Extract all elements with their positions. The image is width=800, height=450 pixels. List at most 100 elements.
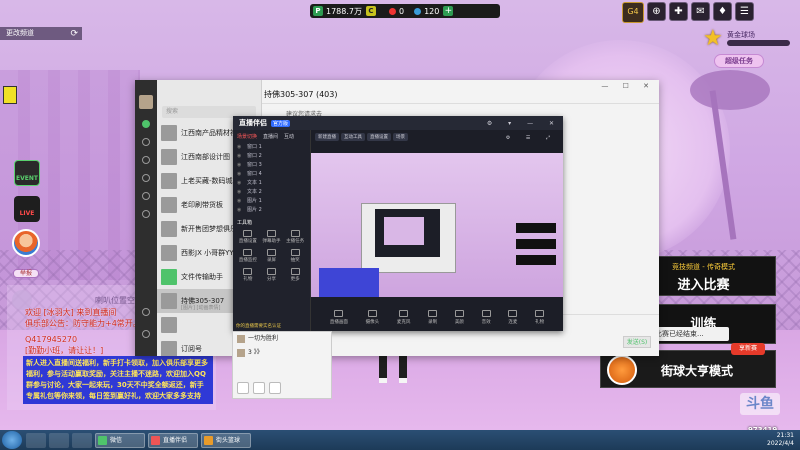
preview-topbar-button[interactable]: 新建直播 — [315, 133, 339, 141]
bottom-tool-button[interactable]: 音效 — [481, 309, 491, 325]
moments-icon[interactable] — [142, 192, 150, 200]
super-mission-button[interactable]: 超级任务 — [714, 54, 764, 68]
toolbox-button[interactable]: 直播监控 — [237, 249, 259, 265]
tool-icon — [243, 230, 253, 237]
bottom-tool-button[interactable]: 摄像头 — [366, 309, 379, 325]
phone-icon[interactable] — [142, 308, 150, 316]
taskbar-task[interactable]: 街头篮球 — [201, 432, 251, 448]
preview-topbar-button[interactable]: 互动工具 — [341, 133, 365, 141]
anchor-avatar[interactable] — [12, 229, 40, 257]
emoji-button[interactable] — [237, 382, 249, 394]
scene-tab[interactable]: 场景切换 — [237, 133, 257, 140]
tool-label: 音效 — [481, 319, 491, 325]
mini-row[interactable]: 一切为胜利 — [233, 332, 331, 346]
contact-avatar — [161, 341, 177, 356]
report-tag[interactable]: 举报 — [13, 269, 39, 278]
mail-icon[interactable]: ✉ — [691, 2, 710, 21]
bottom-tool-button[interactable]: 礼物 — [535, 309, 545, 325]
miniprogram-icon[interactable] — [142, 210, 150, 218]
p-points-icon: P — [313, 6, 323, 16]
contact-avatar — [161, 197, 177, 213]
pinned-app[interactable] — [49, 432, 69, 448]
menu-icon[interactable]: ☰ — [735, 2, 754, 21]
screenshot-button[interactable] — [269, 382, 281, 394]
send-button[interactable]: 发送(S) — [623, 336, 651, 348]
live-companion-header: 直播伴侣 官方版 ⚙ ▾ — ✕ — [233, 116, 563, 130]
wechat-sidebar — [135, 80, 157, 356]
file-button[interactable] — [253, 382, 265, 394]
toolbox-button[interactable]: 录屏 — [261, 249, 283, 265]
scene-source-item[interactable]: 文本 2 — [233, 188, 310, 197]
tool-icon — [535, 309, 545, 317]
tool-label: 更多 — [290, 277, 300, 282]
verify-status: 你的直播需要实名认证 — [236, 324, 281, 329]
preview-topbar-button[interactable]: 场景 — [393, 133, 408, 141]
chat-icon[interactable] — [142, 120, 150, 128]
tool-label: 直播画面 — [329, 319, 348, 325]
taskbar-task[interactable]: 直播伴侣 — [148, 432, 198, 448]
preview-tool-icons[interactable]: ⚙ ☰ ⤢ — [506, 135, 557, 141]
bottom-tool-button[interactable]: 录制 — [428, 309, 438, 325]
toolbox-button[interactable]: 主播任务 — [284, 230, 306, 246]
favorites-icon[interactable] — [142, 156, 150, 164]
add-friend-icon[interactable]: ⊕ — [647, 2, 666, 21]
tool-icon — [266, 268, 276, 275]
preview-topbar-button[interactable]: 直播设置 — [367, 133, 391, 141]
chat-announcement: 新人进入直播间送福利，新手打卡领取，加入俱乐部享更多福利，参与活动赢取奖励，关注… — [23, 356, 213, 404]
gift-icon[interactable]: ✚ — [669, 2, 688, 21]
scene-source-item[interactable]: 窗口 3 — [233, 161, 310, 170]
pinned-app[interactable] — [26, 432, 46, 448]
version-tag: 官方版 — [271, 119, 291, 127]
bottom-tool-button[interactable]: 麦克风 — [397, 309, 410, 325]
mini-row[interactable]: 3 》》 — [233, 346, 331, 360]
toolbox-button[interactable]: 更多 — [284, 268, 306, 284]
refresh-icon[interactable]: ⟳ — [70, 28, 78, 41]
basketball-icon — [607, 355, 637, 385]
tool-icon — [428, 309, 438, 317]
wechat-mini-popup: 一切为胜利 3 》》 — [232, 331, 332, 399]
scene-source-item[interactable]: 窗口 2 — [233, 152, 310, 161]
bottom-tool-button[interactable]: 美颜 — [454, 309, 464, 325]
douyu-logo: 斗鱼 — [740, 393, 780, 415]
toolbox-button[interactable]: 弹幕助手 — [261, 230, 283, 246]
pinned-app[interactable] — [72, 432, 92, 448]
event-button[interactable]: EVENT — [14, 160, 40, 186]
taskbar-task[interactable]: 微信 — [95, 432, 145, 448]
toolbox-button[interactable]: 礼物 — [237, 268, 259, 284]
vip-icon[interactable]: G4 — [622, 2, 644, 23]
preview-topbar: 新建直播 互动工具 直播设置 场景 ⚙ ☰ ⤢ — [311, 130, 563, 153]
tool-icon — [334, 309, 344, 317]
contacts-icon[interactable] — [142, 138, 150, 146]
toolbox-button[interactable]: 抽奖 — [284, 249, 306, 265]
change-channel-button[interactable]: 更改频道 ⟳ — [0, 27, 82, 40]
energy-value: 120 — [424, 6, 440, 16]
stream-preview[interactable] — [311, 153, 563, 303]
scene-source-item[interactable]: 图片 1 — [233, 197, 310, 206]
clock-date: 2022/4/4 — [767, 440, 794, 447]
coin-value: 0 — [399, 6, 405, 16]
scene-tab[interactable]: 直播间 — [263, 133, 278, 140]
scene-source-item[interactable]: 文本 1 — [233, 179, 310, 188]
scene-source-item[interactable]: 图片 2 — [233, 206, 310, 215]
folder-icon[interactable] — [142, 174, 150, 182]
window-controls[interactable]: ⚙ ▾ — ✕ — [487, 120, 561, 127]
hint-icon[interactable]: ♦ — [713, 2, 732, 21]
start-button[interactable] — [2, 431, 22, 449]
tool-icon — [266, 230, 276, 237]
scene-tab[interactable]: 互动 — [284, 133, 294, 140]
new-season-badge: 享新赛 — [731, 343, 765, 355]
bottom-tool-button[interactable]: 直播画面 — [329, 309, 348, 325]
window-controls[interactable]: — ☐ ✕ — [601, 82, 655, 90]
contact-avatar — [161, 293, 177, 309]
toolbox-button[interactable]: 分享 — [261, 268, 283, 284]
wechat-avatar[interactable] — [139, 95, 153, 109]
scene-source-item[interactable]: 窗口 1 — [233, 143, 310, 152]
add-currency-button[interactable]: + — [443, 6, 454, 16]
bottom-tool-button[interactable]: 连麦 — [508, 309, 518, 325]
scene-source-item[interactable]: 窗口 4 — [233, 170, 310, 179]
toolbox-button[interactable]: 直播设置 — [237, 230, 259, 246]
contact-avatar — [161, 269, 177, 285]
live-button[interactable]: LIVE — [14, 196, 40, 222]
settings-icon[interactable] — [142, 330, 150, 338]
chat-line: 欢迎 [冰羽大] 来到直播间 — [25, 308, 117, 317]
